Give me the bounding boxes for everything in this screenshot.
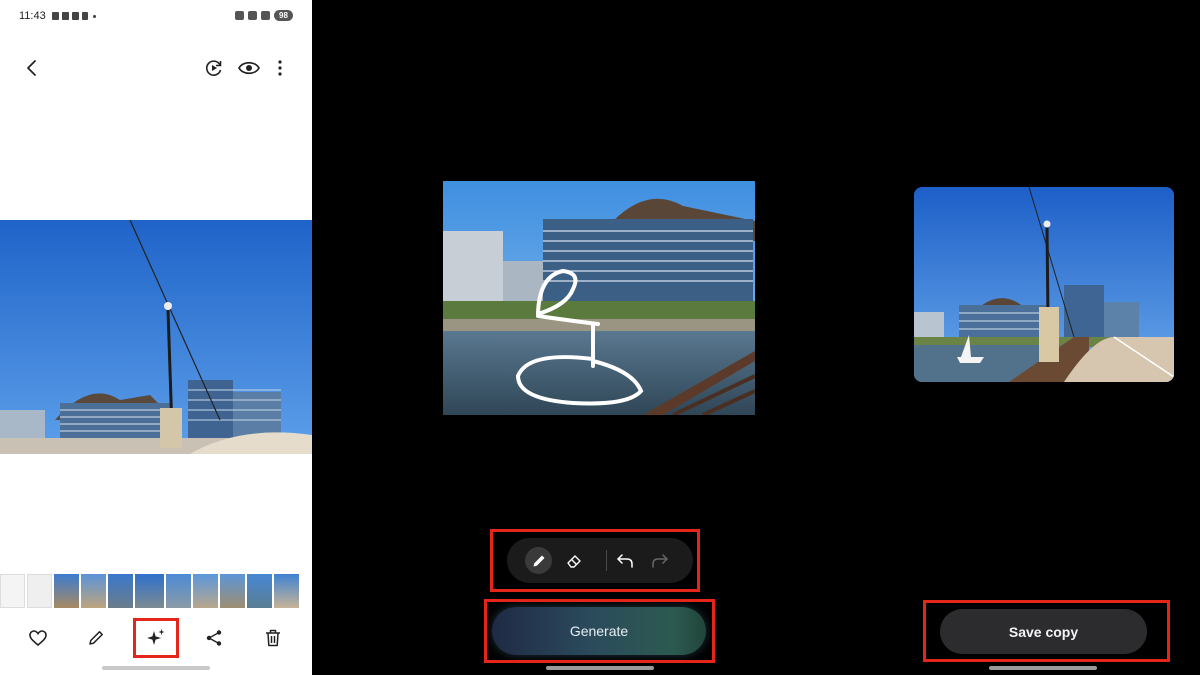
filmstrip-thumb[interactable]	[220, 574, 245, 608]
filmstrip[interactable]	[0, 574, 312, 608]
trash-icon	[266, 629, 280, 647]
main-photo[interactable]	[0, 220, 312, 454]
filmstrip-thumb[interactable]	[108, 574, 133, 608]
viewer-top-bar	[0, 48, 312, 88]
result-photo-image	[914, 187, 1174, 382]
status-time: 11:43	[19, 10, 46, 22]
status-bar: 11:43 98	[0, 0, 312, 30]
back-button[interactable]	[20, 56, 44, 80]
mute-icon	[235, 11, 244, 20]
nav-handle	[989, 666, 1097, 670]
remaster-button[interactable]	[202, 56, 226, 80]
nav-handle	[102, 666, 210, 670]
more-options-button[interactable]	[268, 56, 292, 80]
remaster-icon	[205, 60, 222, 76]
wifi-icon	[248, 11, 257, 20]
share-button[interactable]	[202, 626, 226, 650]
notification-icons	[52, 11, 97, 21]
gallery-viewer-panel: 11:43 98	[0, 0, 312, 675]
result-photo[interactable]	[914, 187, 1174, 382]
system-icons: 98	[235, 10, 293, 21]
eye-icon	[238, 61, 260, 75]
pencil-icon	[89, 631, 103, 645]
filmstrip-thumb[interactable]	[247, 574, 272, 608]
generate-highlight	[484, 599, 715, 663]
filmstrip-thumb[interactable]	[193, 574, 218, 608]
filmstrip-thumb[interactable]	[274, 574, 299, 608]
view-button[interactable]	[237, 56, 261, 80]
share-icon	[206, 630, 222, 646]
chat-notification-icon	[81, 12, 89, 20]
battery-level: 98	[274, 10, 293, 21]
editing-photo[interactable]	[443, 181, 755, 415]
favorite-button[interactable]	[26, 626, 50, 650]
gallery-notification-icon	[52, 12, 59, 20]
heart-icon	[29, 630, 47, 646]
photos-notification-icon	[71, 12, 79, 20]
arrow-left-icon	[27, 60, 36, 76]
toolbar-highlight	[490, 529, 700, 592]
filmstrip-thumb[interactable]	[81, 574, 106, 608]
filmstrip-thumb[interactable]	[0, 574, 25, 608]
more-vertical-icon	[278, 60, 282, 76]
signal-icon	[261, 11, 270, 20]
gmail-notification-icon	[61, 12, 69, 20]
delete-button[interactable]	[261, 626, 285, 650]
filmstrip-thumb[interactable]	[166, 574, 191, 608]
lake-photo-image	[443, 181, 755, 415]
filmstrip-thumb-selected[interactable]	[134, 574, 165, 608]
more-notifications-dot	[93, 14, 97, 18]
filmstrip-thumb[interactable]	[27, 574, 52, 608]
filmstrip-thumb[interactable]	[54, 574, 79, 608]
bridge-photo-image	[0, 220, 312, 454]
save-copy-highlight	[923, 600, 1170, 662]
nav-handle	[546, 666, 654, 670]
edit-button[interactable]	[84, 626, 108, 650]
ai-edit-highlight	[133, 618, 179, 658]
